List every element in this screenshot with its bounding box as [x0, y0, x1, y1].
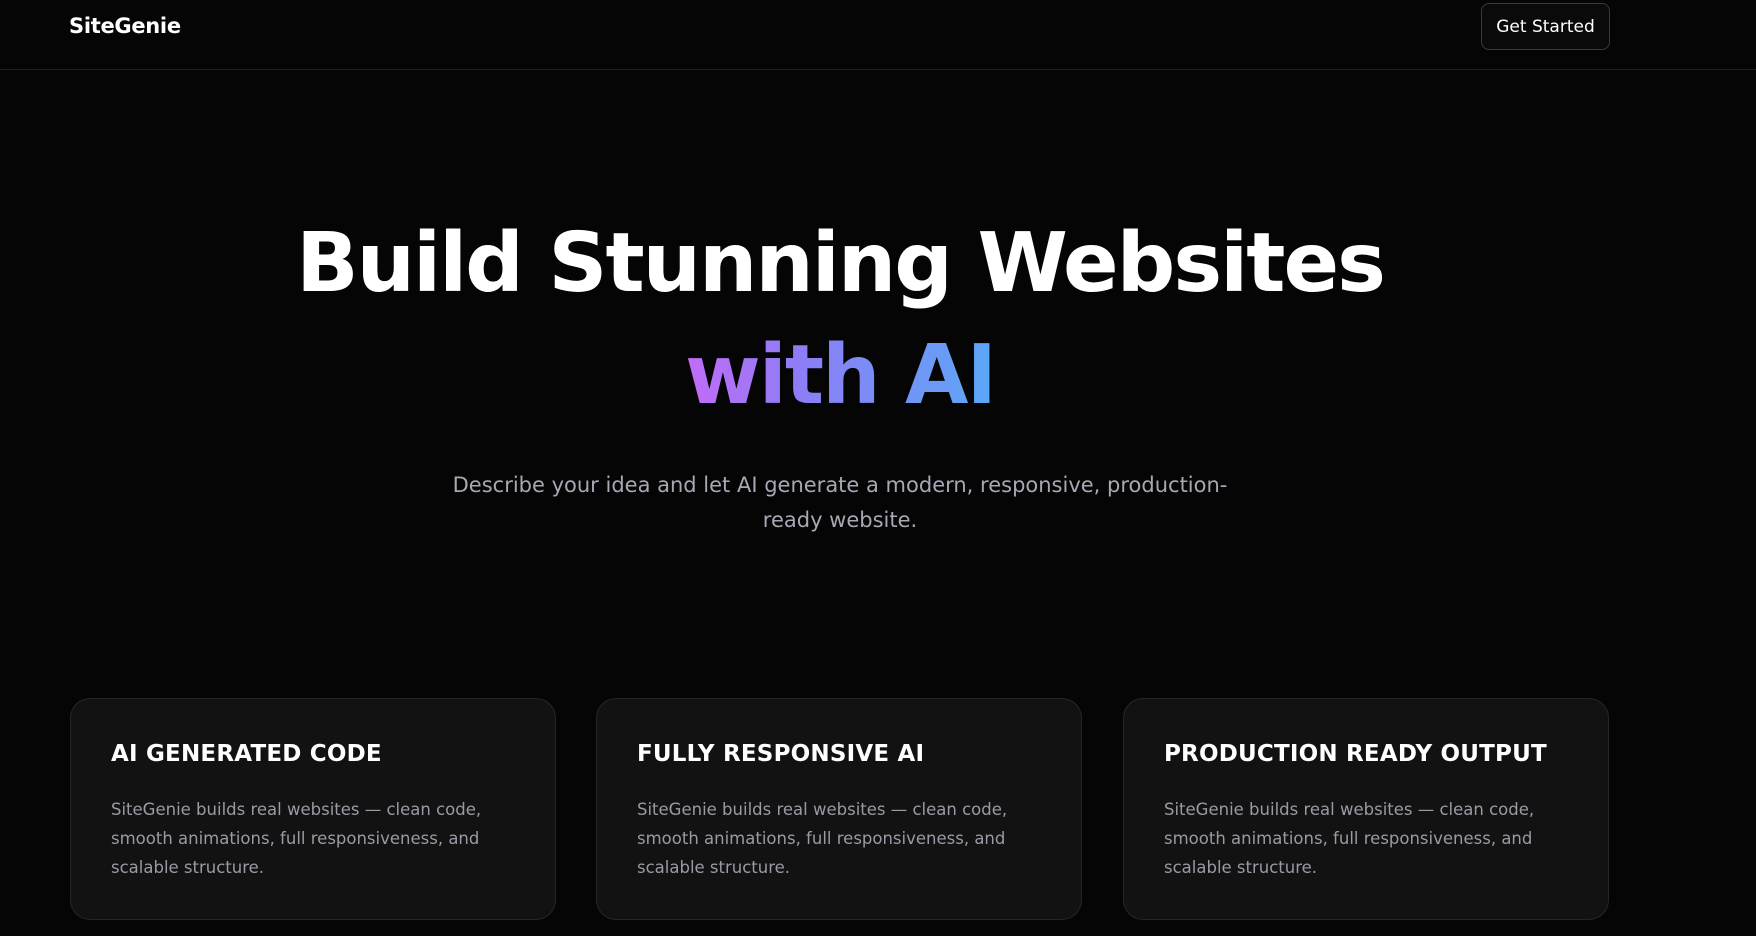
hero-title-line-2: with AI — [0, 320, 1680, 432]
feature-card-title: AI GENERATED CODE — [111, 741, 382, 767]
feature-card-description: SiteGenie builds real websites — clean c… — [637, 800, 1008, 877]
feature-card-production-ready: PRODUCTION READY OUTPUT SiteGenie builds… — [1123, 698, 1609, 920]
get-started-button[interactable]: Get Started — [1481, 3, 1610, 50]
feature-card-description: SiteGenie builds real websites — clean c… — [1164, 800, 1535, 877]
hero-title: Build Stunning Websites with AI — [0, 208, 1680, 432]
feature-card-fully-responsive: FULLY RESPONSIVE AI SiteGenie builds rea… — [596, 698, 1082, 920]
feature-card-ai-generated-code: AI GENERATED CODE SiteGenie builds real … — [70, 698, 556, 920]
navbar: SiteGenie Get Started — [0, 0, 1756, 70]
landing-page: SiteGenie Get Started Build Stunning Web… — [0, 0, 1756, 936]
feature-card-description: SiteGenie builds real websites — clean c… — [111, 800, 482, 877]
hero-subtitle: Describe your idea and let AI generate a… — [452, 473, 1228, 532]
hero-title-gradient-text: with AI — [685, 328, 997, 423]
hero-title-line-1: Build Stunning Websites — [296, 216, 1386, 311]
brand-logo-text[interactable]: SiteGenie — [69, 14, 181, 38]
feature-card-title: FULLY RESPONSIVE AI — [637, 741, 925, 767]
feature-card-title: PRODUCTION READY OUTPUT — [1164, 741, 1547, 767]
